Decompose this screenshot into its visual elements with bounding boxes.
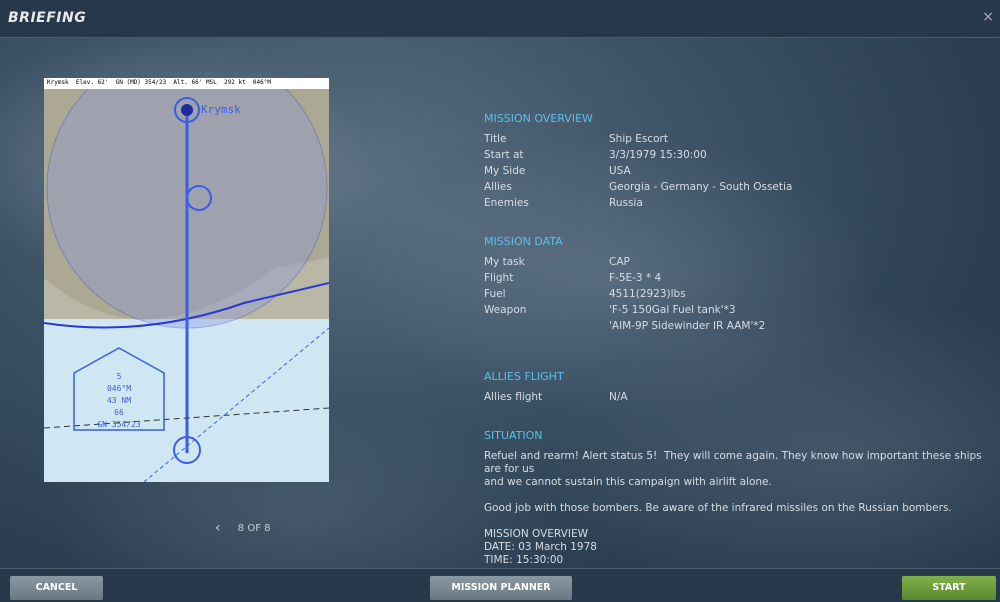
title-bar: BRIEFING × bbox=[0, 0, 1000, 38]
waypoint-box: 5 046°M 43 NM 66 GN 354/23 bbox=[76, 371, 162, 431]
info-row: Fuel 4511(2923)lbs bbox=[484, 288, 686, 300]
situation-text: Refuel and rearm! Alert status 5! They w… bbox=[484, 450, 982, 579]
close-icon[interactable]: × bbox=[982, 9, 994, 25]
allies-flight-heading: ALLIES FLIGHT bbox=[484, 370, 564, 383]
waypoint-distance: 43 NM bbox=[106, 396, 132, 405]
mission-data-heading: MISSION DATA bbox=[484, 235, 563, 248]
info-row: My Side USA bbox=[484, 165, 631, 177]
waypoint-gn: GN 354/23 bbox=[97, 420, 141, 429]
window-title: BRIEFING bbox=[8, 10, 87, 26]
waypoint-heading: 046°M bbox=[106, 384, 132, 393]
info-row: Weapon 'F-5 150Gal Fuel tank'*3 bbox=[484, 304, 736, 316]
waypoint-label: Krymsk bbox=[201, 103, 241, 116]
cancel-button[interactable]: CANCEL bbox=[10, 576, 103, 600]
info-row: Allies Georgia - Germany - South Ossetia bbox=[484, 181, 793, 193]
briefing-map: Krymsk Krymsk Elev. 62' GN (MD) 354/23 A… bbox=[44, 78, 329, 482]
info-row: Start at 3/3/1979 15:30:00 bbox=[484, 149, 707, 161]
chevron-left-icon[interactable]: ‹ bbox=[215, 520, 221, 536]
page-indicator: 8 OF 8 bbox=[237, 523, 271, 534]
info-row: Allies flight N/A bbox=[484, 391, 628, 403]
situation-heading: SITUATION bbox=[484, 429, 543, 442]
mission-planner-button[interactable]: MISSION PLANNER bbox=[430, 576, 572, 600]
waypoint-alt: 66 bbox=[114, 408, 124, 417]
info-row: Flight F-5E-3 * 4 bbox=[484, 272, 662, 284]
map-pager: ‹ 8 OF 8 bbox=[215, 520, 271, 536]
mission-info: MISSION OVERVIEW Title Ship Escort Start … bbox=[484, 112, 984, 580]
footer-bar: CANCEL MISSION PLANNER START bbox=[0, 568, 1000, 602]
map-header: Krymsk Elev. 62' GN (MD) 354/23 Alt. 66'… bbox=[44, 78, 329, 89]
info-row: 'AIM-9P Sidewinder IR AAM'*2 bbox=[609, 320, 766, 332]
waypoint-num: 5 bbox=[116, 372, 122, 381]
start-button[interactable]: START bbox=[902, 576, 996, 600]
info-row: Title Ship Escort bbox=[484, 133, 668, 145]
info-row: My task CAP bbox=[484, 256, 630, 268]
info-row: Enemies Russia bbox=[484, 197, 643, 209]
mission-overview-heading: MISSION OVERVIEW bbox=[484, 112, 593, 125]
